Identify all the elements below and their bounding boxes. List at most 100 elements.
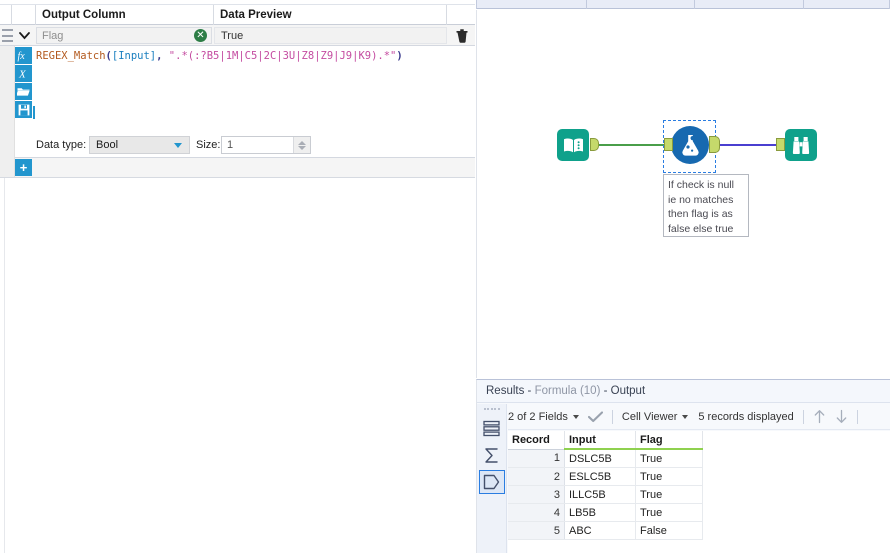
canvas-tab-strip[interactable]	[476, 0, 890, 9]
data-type-value: Bool	[96, 139, 119, 151]
fields-selector-label: 2 of 2 Fields	[508, 410, 568, 423]
expression-text: REGEX_Match([Input], ".*(:?B5|1M|C5|2C|3…	[36, 49, 471, 64]
chevron-down-icon[interactable]	[14, 27, 34, 44]
add-field-row: +	[0, 158, 475, 178]
cell-flag[interactable]: True	[635, 467, 703, 486]
trash-icon[interactable]	[453, 27, 471, 44]
formula-tool-body	[671, 126, 709, 164]
arrow-up-icon[interactable]	[813, 409, 826, 424]
canvas-surface[interactable]: If check is null ie no matches then flag…	[476, 10, 890, 378]
expr-string-literal: ".*(:?B5|1M|C5|2C|3U|Z8|Z9|J9|K9).*"	[168, 50, 397, 62]
column-header-input[interactable]: Input	[564, 431, 636, 450]
browse-tool[interactable]	[776, 129, 817, 161]
header-data-preview: Data Preview	[214, 5, 447, 25]
tag-metadata-icon[interactable]	[478, 470, 505, 494]
cell-flag[interactable]: False	[635, 521, 703, 540]
wire-input-to-formula[interactable]	[594, 144, 670, 146]
cell-flag[interactable]: True	[635, 485, 703, 504]
text-input-output-port[interactable]	[590, 138, 599, 151]
column-header-record[interactable]: Record	[508, 431, 565, 450]
text-caret	[33, 106, 35, 119]
toolbar-separator-1	[611, 409, 613, 424]
save-icon[interactable]	[15, 101, 32, 118]
floppy-glyph	[18, 104, 29, 115]
cell-viewer-selector[interactable]: Cell Viewer	[621, 410, 689, 423]
formula-output-port[interactable]	[709, 136, 720, 153]
rail-grip-dots	[483, 408, 500, 413]
add-field-button[interactable]: +	[15, 159, 32, 176]
formula-tool[interactable]	[671, 126, 709, 164]
checkmark-icon[interactable]	[587, 410, 603, 423]
table-row[interactable]: 5 ABC False	[508, 521, 703, 540]
toolbar-separator-2	[802, 409, 804, 424]
cell-record: 4	[508, 503, 565, 522]
cell-input[interactable]: DSLC5B	[564, 449, 636, 468]
clear-circle-icon[interactable]: ✕	[194, 29, 207, 42]
output-column-value: Flag	[42, 29, 64, 42]
results-toolbar: 2 of 2 Fields Cell Viewer 5 records disp…	[508, 404, 890, 430]
data-type-row: Data type: Bool Size: 1	[0, 134, 475, 158]
expr-close-paren: )	[396, 50, 403, 62]
output-column-input[interactable]: Flag ✕	[36, 27, 212, 44]
header-actions	[447, 5, 475, 25]
column-header-flag[interactable]: Flag	[635, 431, 703, 450]
add-row-gutter	[0, 158, 15, 177]
results-table-head: Record Input Flag	[508, 431, 703, 450]
fx-function-icon[interactable]: fx	[15, 47, 32, 64]
results-title-tool: Formula (10)	[534, 385, 601, 397]
toolbar-separator-3	[856, 409, 858, 424]
tag-glyph	[483, 474, 500, 490]
size-value: 1	[227, 139, 234, 151]
cell-record: 1	[508, 449, 565, 468]
app-root: Output Column Data Preview Flag ✕ True f…	[0, 0, 890, 553]
flask-icon	[681, 134, 699, 156]
config-empty-area	[0, 178, 475, 553]
formula-annotation[interactable]: If check is null ie no matches then flag…	[663, 174, 749, 237]
stepper-down-icon	[298, 145, 306, 150]
cell-flag[interactable]: True	[635, 503, 703, 522]
header-output-column: Output Column	[36, 5, 214, 25]
results-data-grid[interactable]: Record Input Flag 1 DSLC5B True 2 ESLC5B…	[508, 431, 890, 553]
results-title-bar: Results - Formula (10) - Output	[477, 380, 890, 403]
table-row[interactable]: 4 LB5B True	[508, 503, 703, 522]
expression-tool-rail: fx X	[15, 47, 32, 119]
cell-input[interactable]: LB5B	[564, 503, 636, 522]
cell-viewer-label: Cell Viewer	[621, 410, 678, 423]
cell-input[interactable]: ESLC5B	[564, 467, 636, 486]
workflow-canvas[interactable]: If check is null ie no matches then flag…	[476, 0, 890, 378]
drag-handle-icon[interactable]	[2, 29, 13, 42]
results-title-prefix: Results -	[486, 385, 535, 397]
svg-text:X: X	[18, 69, 27, 81]
cell-record: 2	[508, 467, 565, 486]
arrow-down-icon[interactable]	[835, 409, 848, 424]
cell-input[interactable]: ILLC5B	[564, 485, 636, 504]
table-row[interactable]: 3 ILLC5B True	[508, 485, 703, 504]
size-input[interactable]: 1	[221, 136, 311, 154]
cell-input[interactable]: ABC	[564, 521, 636, 540]
rows-glyph	[483, 420, 500, 436]
formula-input-port[interactable]	[664, 138, 673, 151]
output-field-row: Flag ✕ True	[0, 25, 475, 46]
data-type-select[interactable]: Bool	[89, 136, 190, 154]
data-preview-value: True	[221, 29, 244, 42]
variable-x-icon[interactable]: X	[15, 65, 32, 82]
config-empty-gutter	[0, 178, 5, 553]
table-row[interactable]: 2 ESLC5B True	[508, 467, 703, 486]
table-row[interactable]: 1 DSLC5B True	[508, 449, 703, 468]
data-preview-value-box: True	[214, 27, 447, 44]
browse-input-port[interactable]	[776, 138, 785, 151]
open-folder-icon[interactable]	[15, 83, 32, 100]
sigma-profile-icon[interactable]	[479, 443, 505, 467]
cell-flag[interactable]: True	[635, 449, 703, 468]
fields-selector[interactable]: 2 of 2 Fields	[508, 411, 579, 423]
text-input-tool[interactable]	[557, 129, 599, 161]
expr-comma: ,	[156, 50, 169, 62]
quantity-stepper[interactable]	[293, 137, 310, 153]
wire-formula-to-browse[interactable]	[712, 144, 783, 146]
arrow-up-glyph	[814, 410, 825, 424]
x-glyph: X	[18, 69, 27, 81]
stepper-up-icon	[298, 140, 306, 145]
records-displayed-label: 5 records displayed	[698, 410, 794, 423]
trash-glyph	[456, 28, 468, 43]
data-rows-icon[interactable]	[479, 416, 505, 440]
